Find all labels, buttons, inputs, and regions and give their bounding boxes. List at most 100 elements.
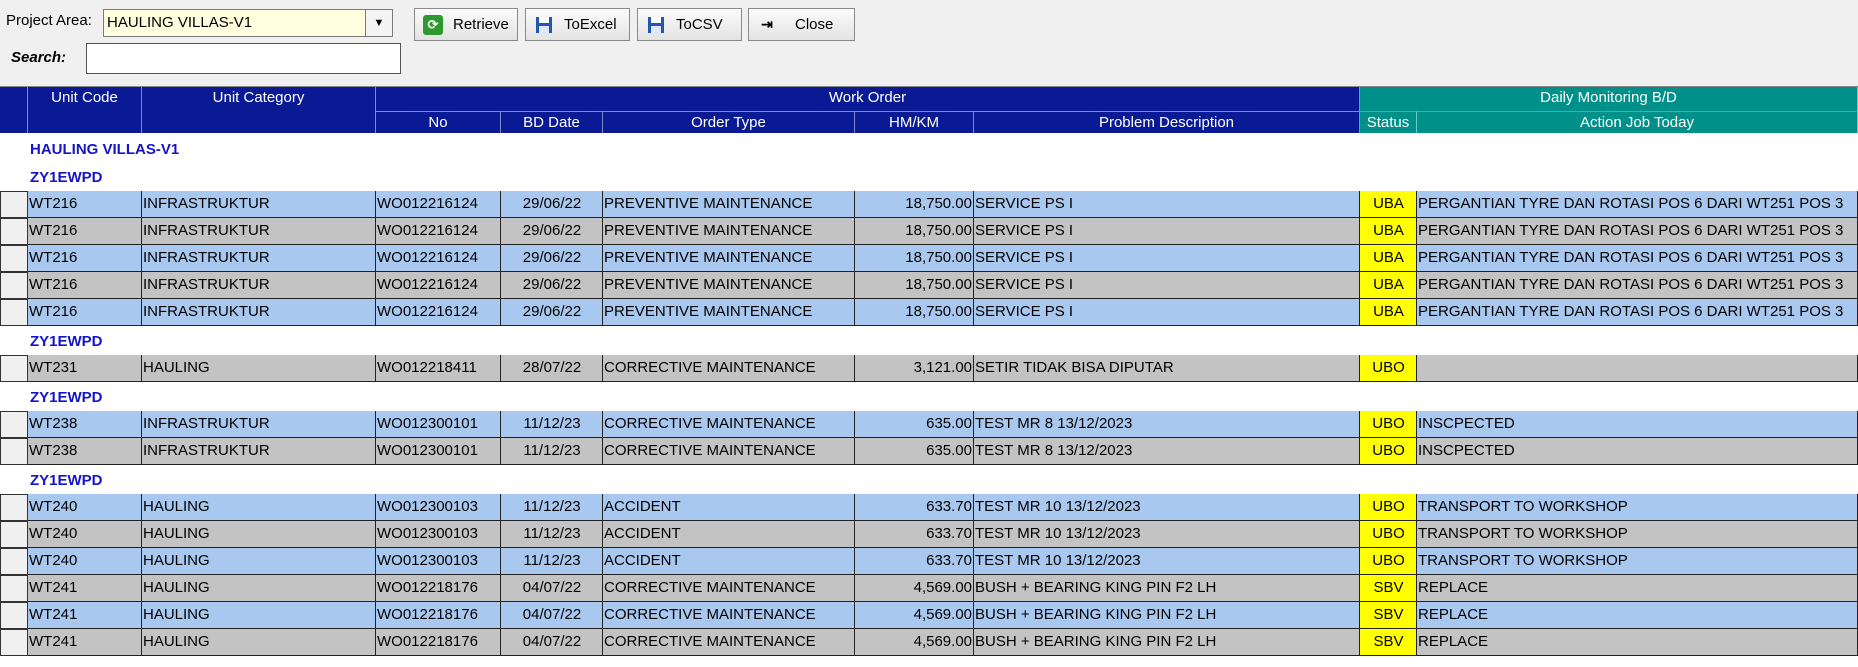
- cell-unit[interactable]: WT241: [28, 575, 142, 602]
- cell-type[interactable]: PREVENTIVE MAINTENANCE: [603, 299, 855, 326]
- cell-problem[interactable]: SETIR TIDAK BISA DIPUTAR: [974, 355, 1360, 382]
- close-button[interactable]: ⇥ Close: [748, 8, 855, 41]
- row-selector[interactable]: [0, 602, 28, 629]
- row-selector[interactable]: [0, 272, 28, 299]
- cell-unit[interactable]: WT240: [28, 548, 142, 575]
- cell-hm[interactable]: 633.70: [855, 521, 974, 548]
- project-area-dropdown[interactable]: HAULING VILLAS-V1 ▼: [103, 9, 393, 37]
- cell-type[interactable]: PREVENTIVE MAINTENANCE: [603, 191, 855, 218]
- row-selector[interactable]: [0, 494, 28, 521]
- cell-no[interactable]: WO012218176: [376, 575, 501, 602]
- cell-hm[interactable]: 3,121.00: [855, 355, 974, 382]
- cell-status[interactable]: UBA: [1360, 299, 1417, 326]
- cell-hm[interactable]: 635.00: [855, 438, 974, 465]
- cell-cat[interactable]: INFRASTRUKTUR: [142, 191, 376, 218]
- cell-no[interactable]: WO012300101: [376, 411, 501, 438]
- retrieve-button[interactable]: ⟳ Retrieve: [414, 8, 518, 41]
- cell-cat[interactable]: HAULING: [142, 602, 376, 629]
- cell-date[interactable]: 28/07/22: [501, 355, 603, 382]
- cell-no[interactable]: WO012218176: [376, 629, 501, 656]
- cell-unit[interactable]: WT241: [28, 629, 142, 656]
- cell-unit[interactable]: WT216: [28, 272, 142, 299]
- cell-action[interactable]: TRANSPORT TO WORKSHOP: [1417, 548, 1858, 575]
- cell-hm[interactable]: 4,569.00: [855, 602, 974, 629]
- row-selector[interactable]: [0, 438, 28, 465]
- cell-hm[interactable]: 18,750.00: [855, 299, 974, 326]
- cell-action[interactable]: TRANSPORT TO WORKSHOP: [1417, 521, 1858, 548]
- cell-date[interactable]: 29/06/22: [501, 272, 603, 299]
- cell-unit[interactable]: WT216: [28, 299, 142, 326]
- cell-type[interactable]: PREVENTIVE MAINTENANCE: [603, 272, 855, 299]
- chevron-down-icon[interactable]: ▼: [365, 10, 392, 36]
- cell-status[interactable]: UBO: [1360, 494, 1417, 521]
- table-row[interactable]: WT238 INFRASTRUKTUR WO012300101 11/12/23 COR…: [0, 411, 1858, 438]
- cell-action[interactable]: PERGANTIAN TYRE DAN ROTASI POS 6 DARI WT…: [1417, 191, 1858, 218]
- row-selector[interactable]: [0, 411, 28, 438]
- cell-action[interactable]: TRANSPORT TO WORKSHOP: [1417, 494, 1858, 521]
- cell-hm[interactable]: 635.00: [855, 411, 974, 438]
- cell-problem[interactable]: SERVICE PS I: [974, 299, 1360, 326]
- cell-status[interactable]: UBA: [1360, 245, 1417, 272]
- cell-problem[interactable]: TEST MR 8 13/12/2023: [974, 438, 1360, 465]
- cell-hm[interactable]: 18,750.00: [855, 245, 974, 272]
- tocsv-button[interactable]: ToCSV: [637, 8, 742, 41]
- cell-no[interactable]: WO012218176: [376, 602, 501, 629]
- cell-no[interactable]: WO012300103: [376, 548, 501, 575]
- cell-problem[interactable]: TEST MR 10 13/12/2023: [974, 521, 1360, 548]
- search-input[interactable]: [86, 43, 401, 74]
- cell-unit[interactable]: WT231: [28, 355, 142, 382]
- cell-type[interactable]: PREVENTIVE MAINTENANCE: [603, 218, 855, 245]
- table-row[interactable]: WT240 HAULING WO012300103 11/12/23 ACCIDENT 6…: [0, 548, 1858, 575]
- cell-hm[interactable]: 633.70: [855, 548, 974, 575]
- cell-unit[interactable]: WT216: [28, 191, 142, 218]
- cell-cat[interactable]: HAULING: [142, 575, 376, 602]
- cell-no[interactable]: WO012300103: [376, 494, 501, 521]
- cell-action[interactable]: INSCPECTED: [1417, 411, 1858, 438]
- cell-date[interactable]: 29/06/22: [501, 218, 603, 245]
- cell-date[interactable]: 29/06/22: [501, 245, 603, 272]
- cell-unit[interactable]: WT216: [28, 218, 142, 245]
- cell-type[interactable]: ACCIDENT: [603, 548, 855, 575]
- cell-status[interactable]: UBA: [1360, 191, 1417, 218]
- cell-type[interactable]: CORRECTIVE MAINTENANCE: [603, 355, 855, 382]
- cell-status[interactable]: SBV: [1360, 602, 1417, 629]
- cell-hm[interactable]: 633.70: [855, 494, 974, 521]
- cell-date[interactable]: 11/12/23: [501, 521, 603, 548]
- cell-hm[interactable]: 18,750.00: [855, 218, 974, 245]
- cell-date[interactable]: 29/06/22: [501, 299, 603, 326]
- table-row[interactable]: WT240 HAULING WO012300103 11/12/23 ACCIDENT 6…: [0, 521, 1858, 548]
- cell-date[interactable]: 29/06/22: [501, 191, 603, 218]
- cell-cat[interactable]: INFRASTRUKTUR: [142, 245, 376, 272]
- cell-action[interactable]: REPLACE: [1417, 602, 1858, 629]
- cell-action[interactable]: PERGANTIAN TYRE DAN ROTASI POS 6 DARI WT…: [1417, 272, 1858, 299]
- cell-date[interactable]: 04/07/22: [501, 602, 603, 629]
- cell-date[interactable]: 04/07/22: [501, 575, 603, 602]
- cell-status[interactable]: UBO: [1360, 548, 1417, 575]
- cell-no[interactable]: WO012216124: [376, 299, 501, 326]
- cell-unit[interactable]: WT240: [28, 494, 142, 521]
- cell-status[interactable]: UBA: [1360, 272, 1417, 299]
- cell-problem[interactable]: TEST MR 8 13/12/2023: [974, 411, 1360, 438]
- cell-cat[interactable]: HAULING: [142, 355, 376, 382]
- cell-problem[interactable]: SERVICE PS I: [974, 191, 1360, 218]
- table-row[interactable]: WT241 HAULING WO012218176 04/07/22 CORRECTIV…: [0, 575, 1858, 602]
- cell-unit[interactable]: WT216: [28, 245, 142, 272]
- cell-status[interactable]: UBO: [1360, 438, 1417, 465]
- row-selector[interactable]: [0, 191, 28, 218]
- cell-hm[interactable]: 4,569.00: [855, 575, 974, 602]
- cell-hm[interactable]: 18,750.00: [855, 191, 974, 218]
- cell-status[interactable]: SBV: [1360, 575, 1417, 602]
- cell-no[interactable]: WO012216124: [376, 191, 501, 218]
- table-row[interactable]: WT216 INFRASTRUKTUR WO012216124 29/06/22 PRE…: [0, 218, 1858, 245]
- table-row[interactable]: WT231 HAULING WO012218411 28/07/22 CORRECTIV…: [0, 355, 1858, 382]
- cell-date[interactable]: 11/12/23: [501, 438, 603, 465]
- row-selector[interactable]: [0, 575, 28, 602]
- cell-cat[interactable]: INFRASTRUKTUR: [142, 272, 376, 299]
- cell-action[interactable]: PERGANTIAN TYRE DAN ROTASI POS 6 DARI WT…: [1417, 218, 1858, 245]
- table-row[interactable]: WT216 INFRASTRUKTUR WO012216124 29/06/22 PRE…: [0, 245, 1858, 272]
- table-row[interactable]: WT241 HAULING WO012218176 04/07/22 CORRECTIV…: [0, 602, 1858, 629]
- cell-problem[interactable]: SERVICE PS I: [974, 218, 1360, 245]
- table-row[interactable]: WT240 HAULING WO012300103 11/12/23 ACCIDENT 6…: [0, 494, 1858, 521]
- cell-problem[interactable]: BUSH + BEARING KING PIN F2 LH: [974, 629, 1360, 656]
- cell-no[interactable]: WO012216124: [376, 218, 501, 245]
